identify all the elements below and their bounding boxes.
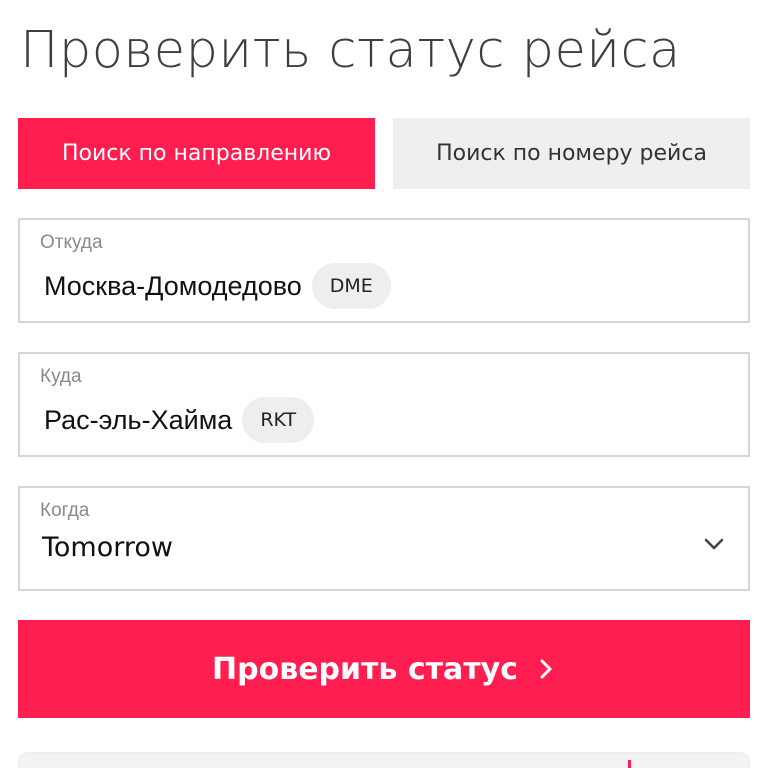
when-select[interactable]: Когда Tomorrow xyxy=(18,486,750,591)
to-field-row: Рас-эль-Хайма RKT xyxy=(44,397,315,443)
chevron-right-icon xyxy=(540,659,552,679)
bottom-card-marker xyxy=(628,760,631,768)
check-status-button[interactable]: Проверить статус xyxy=(18,620,750,718)
from-field-label: Откуда xyxy=(40,232,103,253)
to-field-value: Рас-эль-Хайма xyxy=(44,404,233,435)
from-field-row: Москва-Домодедово DME xyxy=(44,263,391,309)
page-title: Проверить статус рейса xyxy=(20,21,681,80)
tab-search-by-route[interactable]: Поиск по направлению xyxy=(18,118,375,189)
check-status-button-label: Проверить статус xyxy=(212,651,518,687)
to-field-label: Куда xyxy=(40,366,82,387)
from-airport-code-badge: DME xyxy=(311,263,391,309)
when-field-label: Когда xyxy=(40,500,90,521)
bottom-card xyxy=(18,752,750,768)
when-selected-value: Tomorrow xyxy=(42,532,173,563)
to-field[interactable]: Куда Рас-эль-Хайма RKT xyxy=(18,352,750,457)
tab-search-by-flight-number[interactable]: Поиск по номеру рейса xyxy=(393,118,750,189)
from-field-value: Москва-Домодедово xyxy=(44,270,302,301)
from-field[interactable]: Откуда Москва-Домодедово DME xyxy=(18,218,750,323)
to-airport-code-badge: RKT xyxy=(242,397,315,443)
chevron-down-icon[interactable] xyxy=(702,532,726,556)
